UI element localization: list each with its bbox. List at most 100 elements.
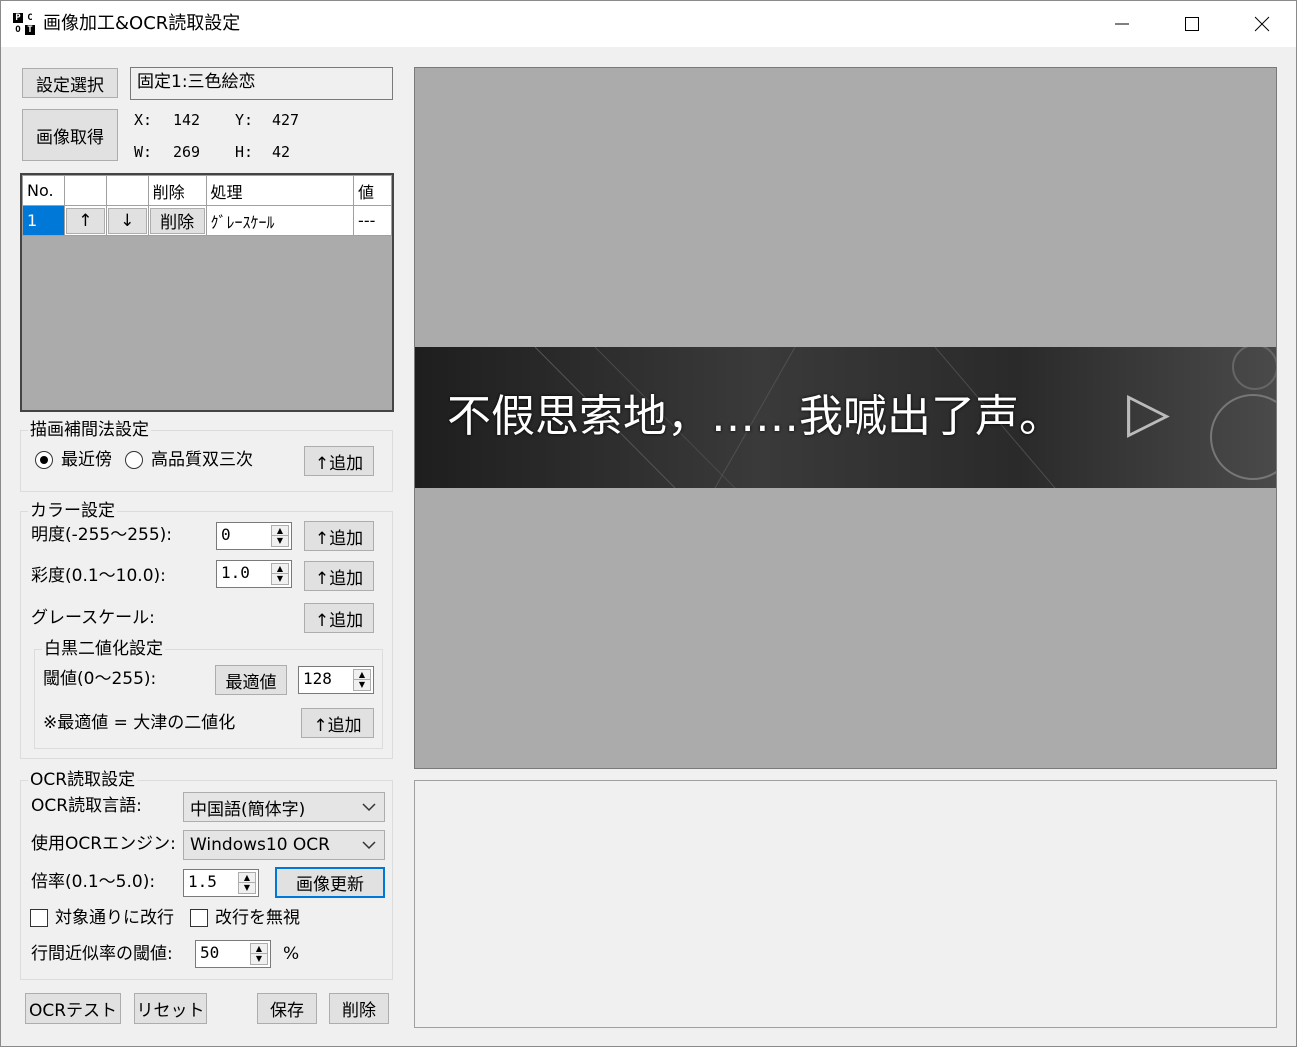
spin-up-icon[interactable]: ▲	[272, 564, 288, 574]
spin-up-icon[interactable]: ▲	[239, 873, 255, 883]
row-delete-button[interactable]: 削除	[149, 207, 205, 234]
scale-value[interactable]: 1.5	[188, 872, 217, 892]
threshold-spinner[interactable]: 128 ▲ ▼	[298, 666, 374, 694]
brightness-value[interactable]: 0	[221, 525, 231, 545]
ocr-language-value: 中国語(簡体字)	[190, 799, 306, 820]
scale-spinner[interactable]: 1.5 ▲ ▼	[183, 869, 259, 897]
current-setting-field: 固定1:三色絵恋	[130, 67, 393, 100]
threshold-label: 閾値(0～255):	[43, 669, 157, 689]
row-value[interactable]: ---	[353, 205, 392, 236]
nearest-radio[interactable]	[35, 451, 53, 469]
app-icon: P C O T	[13, 13, 37, 37]
saturation-label: 彩度(0.1～10.0):	[31, 566, 166, 586]
saturation-add-button[interactable]: ↑追加	[304, 561, 374, 591]
binarize-add-button[interactable]: ↑追加	[301, 708, 374, 738]
close-icon	[1254, 16, 1270, 32]
spin-down-icon[interactable]: ▼	[251, 954, 267, 964]
line-threshold-value[interactable]: 50	[200, 943, 219, 963]
caption-text: 不假思索地，……我喊出了声。	[447, 391, 1063, 442]
column-header-value: 値	[353, 175, 392, 206]
reset-button[interactable]: リセット	[134, 993, 207, 1024]
spin-up-icon[interactable]: ▲	[272, 526, 288, 536]
column-header-no: No.	[22, 175, 65, 206]
minimize-button[interactable]	[1087, 1, 1157, 47]
delete-button[interactable]: 削除	[329, 993, 389, 1024]
y-value: 427	[272, 111, 300, 129]
close-button[interactable]	[1227, 1, 1297, 47]
newline-checkbox[interactable]	[30, 909, 48, 927]
process-grid[interactable]: No. 削除 処理 値 1 ↑ ↓ 削除 ｸﾞﾚｰｽｹｰﾙ ---	[22, 175, 392, 236]
w-label: W:	[134, 143, 153, 161]
column-header-up	[63, 175, 107, 206]
window-title: 画像加工&OCR読取設定	[43, 13, 241, 34]
ignore-newline-checkbox[interactable]	[190, 909, 208, 927]
line-threshold-spinner[interactable]: 50 ▲ ▼	[195, 940, 271, 968]
app-window: P C O T 画像加工&OCR読取設定 設定選択 固定1:三色絵恋 画像取得 …	[0, 0, 1297, 1047]
grayscale-add-button[interactable]: ↑追加	[304, 603, 374, 633]
refresh-image-button[interactable]: 画像更新	[275, 867, 385, 898]
maximize-icon	[1185, 17, 1199, 31]
table-header-row: No. 削除 処理 値	[22, 175, 392, 206]
nearest-label[interactable]: 最近傍	[61, 449, 112, 471]
x-value: 142	[173, 111, 201, 129]
column-header-down	[105, 175, 149, 206]
setting-select-button[interactable]: 設定選択	[22, 68, 118, 98]
move-down-button[interactable]: ↓	[107, 207, 147, 234]
maximize-button[interactable]	[1157, 1, 1227, 47]
chevron-down-icon	[362, 803, 376, 812]
brightness-label: 明度(-255～255):	[31, 525, 173, 545]
h-label: H:	[235, 143, 254, 161]
newline-label[interactable]: 対象通りに改行	[55, 907, 174, 929]
ocr-test-button[interactable]: OCRテスト	[25, 993, 121, 1024]
interpolation-add-button[interactable]: ↑追加	[304, 446, 374, 476]
row-number[interactable]: 1	[22, 205, 65, 236]
spin-down-icon[interactable]: ▼	[239, 883, 255, 893]
ocr-result-area[interactable]	[414, 780, 1277, 1028]
spin-down-icon[interactable]: ▼	[354, 680, 370, 690]
capture-image-button[interactable]: 画像取得	[22, 109, 118, 161]
column-header-process: 処理	[205, 175, 355, 206]
ocr-engine-label: 使用OCRエンジン:	[31, 834, 176, 854]
app-icon-letter: O	[13, 25, 23, 35]
minimize-icon	[1115, 23, 1129, 25]
otsu-note: ※最適値 = 大津の二値化	[43, 713, 236, 733]
bicubic-label[interactable]: 高品質双三次	[151, 449, 253, 471]
saturation-value[interactable]: 1.0	[221, 563, 250, 583]
save-button[interactable]: 保存	[257, 993, 317, 1024]
h-value: 42	[272, 143, 291, 161]
grayscale-label: グレースケール:	[31, 608, 155, 628]
title-bar[interactable]: P C O T 画像加工&OCR読取設定	[1, 1, 1296, 47]
image-preview[interactable]: 不假思索地，……我喊出了声。 ▷	[414, 67, 1277, 769]
move-up-button[interactable]: ↑	[65, 207, 105, 234]
ocr-group-label: OCR読取設定	[28, 769, 138, 791]
next-arrow-icon: ▷	[1127, 380, 1171, 445]
brightness-spinner[interactable]: 0 ▲ ▼	[216, 522, 292, 550]
interpolation-group-label: 描画補間法設定	[28, 419, 151, 441]
bicubic-radio[interactable]	[125, 451, 143, 469]
app-icon-letter: C	[25, 13, 35, 23]
scale-label: 倍率(0.1～5.0):	[31, 872, 156, 892]
spin-up-icon[interactable]: ▲	[354, 670, 370, 680]
row-process[interactable]: ｸﾞﾚｰｽｹｰﾙ	[205, 205, 355, 236]
spin-down-icon[interactable]: ▼	[272, 536, 288, 546]
ocr-engine-select[interactable]: Windows10 OCR	[183, 830, 385, 860]
table-row[interactable]: 1 ↑ ↓ 削除 ｸﾞﾚｰｽｹｰﾙ ---	[22, 205, 392, 236]
app-icon-letter: T	[25, 25, 35, 35]
percent-label: %	[283, 944, 300, 964]
w-value: 269	[173, 143, 201, 161]
column-header-delete: 削除	[147, 175, 207, 206]
brightness-add-button[interactable]: ↑追加	[304, 521, 374, 551]
spin-up-icon[interactable]: ▲	[251, 944, 267, 954]
saturation-spinner[interactable]: 1.0 ▲ ▼	[216, 560, 292, 588]
chevron-down-icon	[362, 841, 376, 850]
ignore-newline-label[interactable]: 改行を無視	[215, 907, 300, 929]
threshold-value[interactable]: 128	[303, 669, 332, 689]
app-icon-letter: P	[13, 13, 23, 23]
spin-down-icon[interactable]: ▼	[272, 574, 288, 584]
captured-image-banner: 不假思索地，……我喊出了声。 ▷	[415, 347, 1276, 488]
ocr-engine-value: Windows10 OCR	[190, 835, 330, 855]
line-threshold-label: 行間近似率の閾値:	[31, 944, 173, 964]
optimal-value-button[interactable]: 最適値	[215, 665, 287, 695]
ocr-language-select[interactable]: 中国語(簡体字)	[183, 792, 385, 822]
process-table[interactable]: No. 削除 処理 値 1 ↑ ↓ 削除 ｸﾞﾚｰｽｹｰﾙ ---	[20, 173, 394, 412]
